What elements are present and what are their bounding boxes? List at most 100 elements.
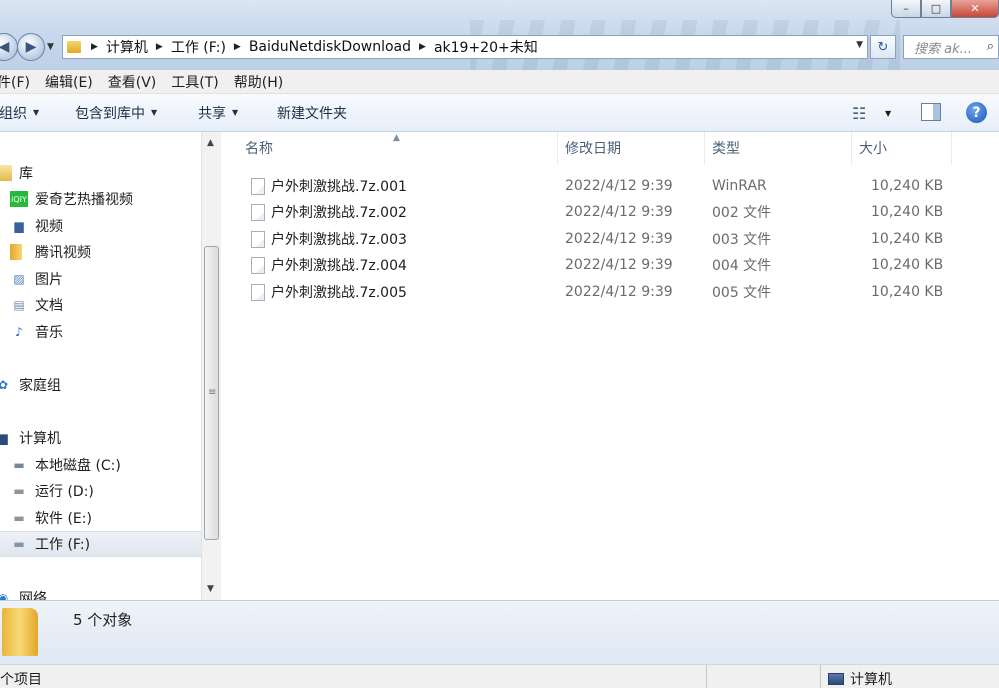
file-size: 10,240 KB (871, 204, 944, 220)
drive-icon: ▬ (13, 484, 25, 498)
preview-pane-icon[interactable] (921, 103, 941, 121)
nav-drive-e[interactable]: ▬ 软件 (E:) (10, 508, 92, 528)
breadcrumb-drive-f[interactable]: ▶ 工作 (F:) (156, 37, 226, 57)
back-button[interactable]: ◀ (0, 33, 18, 61)
menu-tools[interactable]: 工具(T) (171, 72, 227, 92)
file-row[interactable]: 户外刺激挑战.7z.002 2022/4/12 9:39 002 文件 10,2… (221, 199, 999, 225)
nav-libraries[interactable]: 库 (0, 163, 33, 183)
file-size: 10,240 KB (871, 284, 944, 300)
minimize-button[interactable]: – (891, 0, 921, 18)
scroll-thumb[interactable]: ≡ (204, 246, 219, 540)
breadcrumb-computer[interactable]: ▶ 计算机 (91, 37, 148, 57)
item-count: 5 个对象 (73, 611, 133, 629)
nav-pictures[interactable]: ▨ 图片 (10, 269, 63, 289)
file-date: 2022/4/12 9:39 (565, 178, 673, 194)
refresh-button[interactable]: ↻ (870, 35, 896, 59)
organize-button[interactable]: 组织 ▼ (0, 103, 39, 123)
nav-scrollbar[interactable]: ▲ ≡ ▼ (201, 132, 221, 600)
recent-pages-dropdown[interactable]: ▼ (47, 42, 54, 52)
chevron-right-icon: ▶ (233, 42, 241, 52)
file-icon (251, 203, 265, 221)
chevron-right-icon: ▶ (91, 42, 98, 52)
nav-drive-d[interactable]: ▬ 运行 (D:) (10, 481, 94, 501)
nav-documents[interactable]: ▤ 文档 (10, 295, 63, 315)
menu-help[interactable]: 帮助(H) (234, 72, 292, 92)
scroll-up-icon[interactable]: ▲ (207, 138, 214, 148)
scroll-down-icon[interactable]: ▼ (207, 584, 214, 594)
breadcrumb-current-folder[interactable]: ▶ ak19+20+未知 (419, 37, 538, 57)
file-size: 10,240 KB (871, 231, 944, 247)
nav-computer[interactable]: ▆ 计算机 (0, 428, 61, 448)
chevron-down-icon[interactable]: ▼ (885, 109, 891, 118)
menu-bar: 件(F) 编辑(E) 查看(V) 工具(T) 帮助(H) (0, 70, 999, 94)
file-name: 户外刺激挑战.7z.003 (271, 232, 407, 248)
menu-edit[interactable]: 编辑(E) (45, 72, 102, 92)
file-type: 005 文件 (712, 285, 772, 301)
library-icon (0, 165, 12, 181)
status-divider (706, 665, 707, 688)
nav-homegroup[interactable]: ✿ 家庭组 (0, 375, 61, 395)
address-bar[interactable]: ▶ 计算机 ▶ 工作 (F:) ▶ BaiduNetdiskDownload ▶ ak1… (62, 35, 868, 59)
details-pane: 5 个对象 (0, 600, 999, 664)
file-type: 003 文件 (712, 232, 772, 248)
nav-iqiyi[interactable]: iQIY 爱奇艺热播视频 (10, 189, 133, 209)
nav-drive-c[interactable]: ▬ 本地磁盘 (C:) (10, 455, 121, 475)
nav-tencent-video[interactable]: 腾讯视频 (10, 242, 91, 262)
file-row[interactable]: 户外刺激挑战.7z.004 2022/4/12 9:39 004 文件 10,2… (221, 252, 999, 278)
menu-view[interactable]: 查看(V) (108, 72, 166, 92)
status-location: 计算机 (828, 669, 892, 688)
file-list: 名称 ▲ 修改日期 类型 大小 户外刺激挑战.7z.001 2022/4/12 … (221, 132, 999, 600)
maximize-button[interactable]: □ (921, 0, 951, 18)
computer-icon: ▆ (0, 431, 8, 445)
file-date: 2022/4/12 9:39 (565, 257, 673, 273)
local-disk-icon: ▬ (13, 458, 25, 472)
include-in-library-button[interactable]: 包含到库中 ▼ (75, 103, 157, 123)
file-date: 2022/4/12 9:39 (565, 231, 673, 247)
column-header-date[interactable]: 修改日期 (558, 132, 705, 164)
file-name: 户外刺激挑战.7z.001 (271, 179, 407, 195)
view-options-icon[interactable]: ☷ (852, 104, 866, 123)
nav-videos[interactable]: ▆ 视频 (10, 216, 63, 236)
file-row[interactable]: 户外刺激挑战.7z.003 2022/4/12 9:39 003 文件 10,2… (221, 226, 999, 252)
file-row[interactable]: 户外刺激挑战.7z.005 2022/4/12 9:39 005 文件 10,2… (221, 279, 999, 305)
search-input[interactable]: 搜索 ak... ⌕ (903, 35, 999, 59)
back-arrow-icon: ◀ (0, 39, 10, 55)
file-type: 002 文件 (712, 205, 772, 221)
folder-icon (67, 41, 81, 53)
menu-file[interactable]: 件(F) (0, 72, 39, 92)
chevron-right-icon: ▶ (419, 42, 426, 52)
column-header-size[interactable]: 大小 (852, 132, 952, 164)
column-header-name[interactable]: 名称 ▲ (221, 132, 558, 164)
file-icon (251, 256, 265, 274)
forward-button[interactable]: ▶ (17, 33, 45, 61)
column-header-type[interactable]: 类型 (705, 132, 852, 164)
file-date: 2022/4/12 9:39 (565, 204, 673, 220)
close-button[interactable]: ✕ (951, 0, 999, 18)
file-row[interactable]: 户外刺激挑战.7z.001 2022/4/12 9:39 WinRAR 10,2… (221, 173, 999, 199)
title-bar: – □ ✕ ◀ ▶ ▼ ▶ 计算机 ▶ 工作 (F:) ▶ BaiduNetdiskD… (0, 0, 999, 70)
file-name: 户外刺激挑战.7z.004 (271, 258, 407, 274)
file-icon (251, 230, 265, 248)
music-icon: ♪ (15, 325, 23, 339)
folder-icon (10, 244, 22, 260)
address-dropdown[interactable]: ▼ (856, 40, 863, 50)
forward-arrow-icon: ▶ (25, 39, 37, 55)
status-bar: 个项目 计算机 (0, 664, 999, 688)
file-name: 户外刺激挑战.7z.005 (271, 285, 407, 301)
nav-drive-f[interactable]: ▬ 工作 (F:) (0, 531, 201, 557)
chevron-down-icon: ▼ (33, 108, 40, 117)
file-size: 10,240 KB (871, 257, 944, 273)
file-date: 2022/4/12 9:39 (565, 284, 673, 300)
breadcrumb-baidunetdisk[interactable]: ▶ BaiduNetdiskDownload (234, 39, 411, 55)
share-button[interactable]: 共享 ▼ (198, 103, 238, 123)
chevron-down-icon: ▼ (151, 108, 158, 117)
help-icon[interactable]: ? (966, 102, 987, 123)
nav-music[interactable]: ♪ 音乐 (10, 322, 63, 342)
nav-network[interactable]: ◉ 网络 (0, 588, 47, 600)
computer-icon (828, 673, 844, 685)
drive-icon: ▬ (13, 537, 25, 551)
folder-icon (2, 608, 38, 656)
new-folder-button[interactable]: 新建文件夹 (277, 103, 347, 123)
status-item-count: 个项目 (0, 672, 42, 688)
file-icon (251, 283, 265, 301)
